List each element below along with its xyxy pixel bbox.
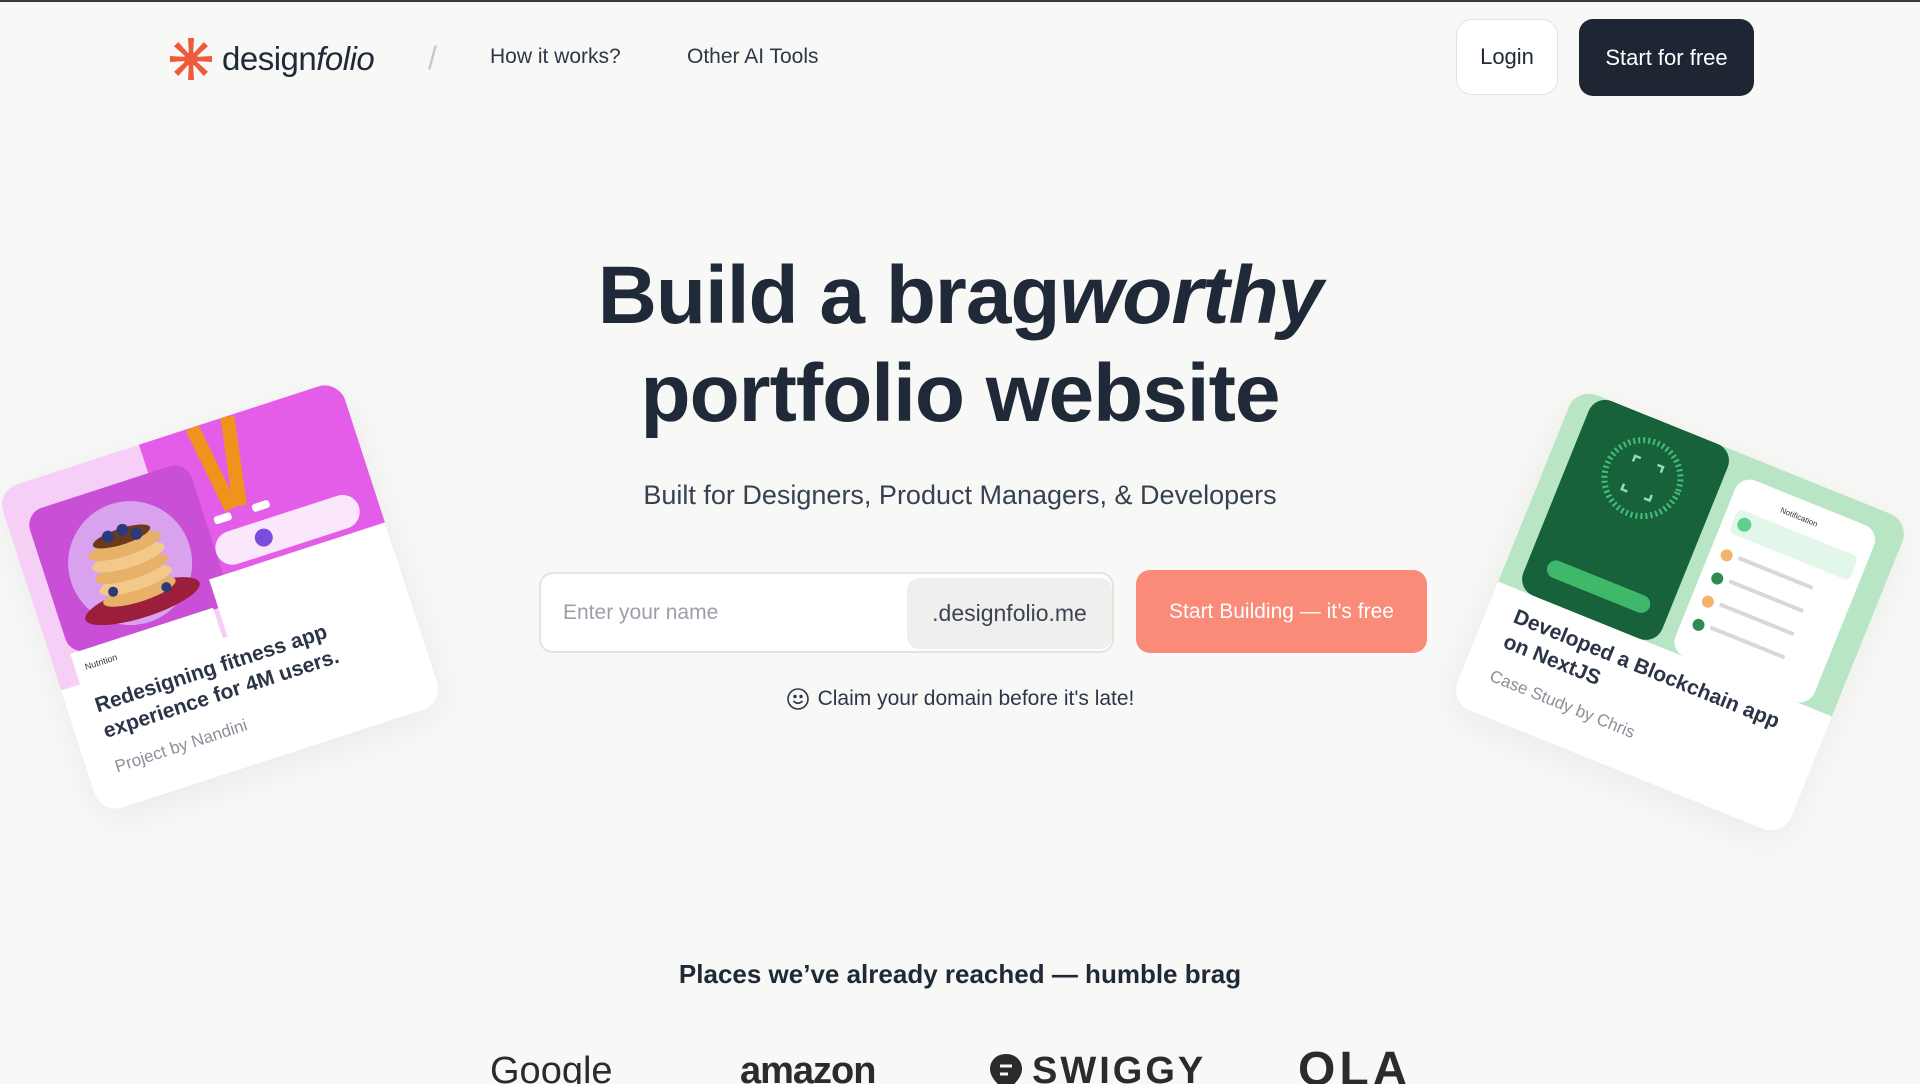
- site-header: designfolio / How it works? Other AI Too…: [0, 2, 1920, 114]
- login-button[interactable]: Login: [1456, 19, 1558, 95]
- start-building-button[interactable]: Start Building — it’s free: [1136, 570, 1427, 653]
- amazon-logo: amazon: [740, 1050, 876, 1084]
- nav-divider: /: [428, 40, 437, 76]
- hero-title-plain: Build a brag: [597, 250, 1061, 341]
- smile-icon: [786, 688, 809, 710]
- swiggy-pin-icon: [990, 1053, 1022, 1084]
- hero-title-italic: worthy: [1059, 250, 1324, 341]
- start-for-free-button[interactable]: Start for free: [1579, 19, 1754, 96]
- reached-heading: Places we’ve already reached — humble br…: [678, 959, 1242, 989]
- logo-text-folio: folio: [316, 40, 375, 77]
- swiggy-logo: SWIGGY: [988, 1050, 1206, 1084]
- logo[interactable]: designfolio: [168, 36, 375, 82]
- showcase-card-blockchain[interactable]: Notification Developed a Blockchain app …: [1449, 386, 1911, 838]
- claim-text: Claim your domain before it's late!: [817, 687, 1135, 710]
- google-logo: Google: [490, 1050, 613, 1084]
- ola-logo: OLA: [1298, 1043, 1412, 1084]
- name-input[interactable]: [541, 574, 906, 651]
- nav-other-ai-tools[interactable]: Other AI Tools: [687, 45, 819, 69]
- asterisk-logo-icon: [170, 38, 212, 80]
- nav-how-it-works[interactable]: How it works?: [490, 45, 621, 69]
- domain-input-group: .designfolio.me: [539, 572, 1114, 653]
- logo-text-design: design: [222, 40, 317, 77]
- domain-suffix: .designfolio.me: [907, 578, 1112, 649]
- hero-title-line2: portfolio website: [640, 348, 1281, 439]
- showcase-card-fitness[interactable]: Nutrition Redesigning fitness app experi…: [0, 379, 444, 815]
- logo-wordmark: designfolio: [222, 40, 375, 78]
- swiggy-text: SWIGGY: [1032, 1050, 1207, 1084]
